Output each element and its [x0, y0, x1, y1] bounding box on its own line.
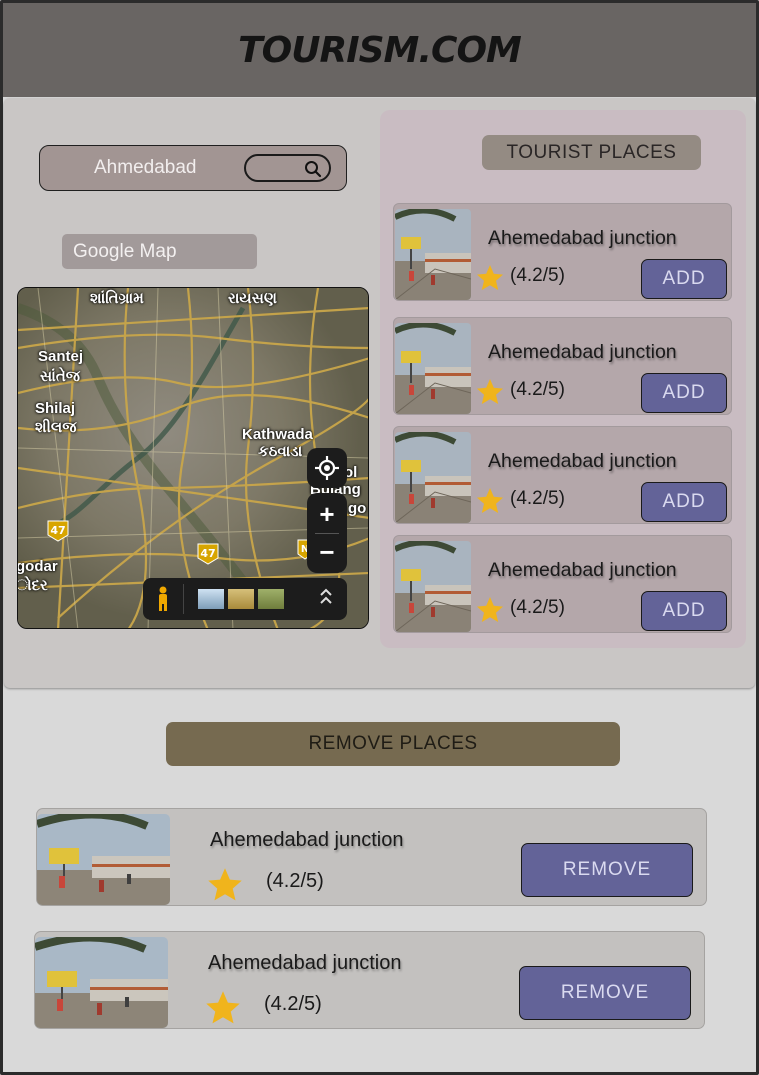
map-place-label: શીલજ	[35, 419, 77, 436]
pegman-icon[interactable]	[154, 586, 172, 612]
place-rating: (4.2/5)	[264, 993, 322, 1015]
my-location-button[interactable]	[307, 448, 347, 488]
map-place-label: ોદર	[17, 577, 48, 594]
tourist-place-card: Ahemedabad junction (4.2/5) ADD	[393, 317, 732, 415]
search-bar[interactable]: Ahmedabad	[39, 145, 347, 191]
station-photo	[395, 541, 471, 632]
map-place-label: સાંતેજ	[40, 368, 80, 385]
place-photo	[35, 937, 168, 1028]
map-place-label: Shilaj	[35, 400, 76, 417]
station-photo	[395, 432, 471, 523]
station-photo	[395, 323, 471, 414]
place-photo	[395, 209, 471, 300]
remove-button[interactable]: REMOVE	[519, 966, 691, 1020]
map-place-label: Santej	[38, 348, 84, 365]
layer-thumbnail-satellite[interactable]	[228, 589, 254, 609]
remove-button[interactable]: REMOVE	[521, 843, 693, 897]
highway-badge: 47	[200, 547, 215, 560]
layer-thumbnail-map[interactable]	[258, 589, 284, 609]
zoom-in-button[interactable]: +	[307, 496, 347, 532]
station-photo	[35, 937, 168, 1028]
search-button[interactable]	[244, 154, 331, 182]
map-place-label: Kathwada	[242, 426, 313, 443]
zoom-out-button[interactable]: −	[307, 535, 347, 571]
star-icon	[477, 379, 503, 404]
removed-place-card: Ahemedabad junction (4.2/5) REMOVE	[36, 808, 707, 906]
search-icon	[305, 161, 322, 178]
star-icon	[477, 265, 503, 290]
map-place-label: godar	[17, 558, 58, 575]
star-icon	[208, 868, 242, 901]
place-rating: (4.2/5)	[510, 379, 565, 400]
brand-title[interactable]: TOURISM.COM	[238, 30, 522, 71]
place-photo	[37, 814, 170, 905]
removed-place-card: Ahemedabad junction (4.2/5) REMOVE	[34, 931, 705, 1029]
map-place-label: શાંતિગ્રામ	[90, 290, 144, 307]
highway-badge: 47	[50, 524, 65, 537]
place-rating: (4.2/5)	[510, 597, 565, 618]
zoom-divider	[315, 533, 339, 534]
map-layer-bar	[143, 578, 347, 620]
tourist-place-card: Ahemedabad junction (4.2/5) ADD	[393, 535, 732, 633]
search-input[interactable]: Ahmedabad	[94, 157, 196, 179]
place-name: Ahemedabad junction	[488, 559, 677, 581]
google-map-title: Google Map	[73, 241, 177, 262]
place-name: Ahemedabad junction	[488, 341, 677, 363]
place-photo	[395, 323, 471, 414]
station-photo	[37, 814, 170, 905]
place-photo	[395, 541, 471, 632]
map-view[interactable]: 47 47 N શાંતિગ્રામ રાયસણ Santej સાંતેજ S…	[17, 287, 369, 629]
station-photo	[395, 209, 471, 300]
map-place-label: go	[348, 500, 367, 517]
tourist-place-card: Ahemedabad junction (4.2/5) ADD	[393, 426, 732, 524]
map-place-label: કઠવાડા	[258, 443, 303, 460]
layer-divider	[183, 584, 184, 614]
add-button[interactable]: ADD	[641, 373, 727, 413]
add-button[interactable]: ADD	[641, 482, 727, 522]
place-name: Ahemedabad junction	[488, 227, 677, 249]
place-rating: (4.2/5)	[510, 265, 565, 286]
star-icon	[477, 488, 503, 513]
crosshair-icon	[315, 456, 339, 480]
tourist-place-card: Ahemedabad junction (4.2/5) ADD	[393, 203, 732, 301]
star-icon	[477, 597, 503, 622]
place-rating: (4.2/5)	[510, 488, 565, 509]
expand-layers-button[interactable]	[319, 587, 333, 611]
place-name: Ahemedabad junction	[210, 829, 404, 851]
add-button[interactable]: ADD	[641, 259, 727, 299]
google-map-label: Google Map	[62, 234, 257, 269]
place-name: Ahemedabad junction	[208, 952, 402, 974]
layer-thumbnail-terrain[interactable]	[198, 589, 224, 609]
star-icon	[206, 991, 240, 1024]
zoom-controls: + −	[307, 493, 347, 573]
map-place-label: રાયસણ	[228, 290, 277, 307]
tourist-places-heading: TOURIST PLACES	[482, 135, 701, 170]
chevron-up-icon	[320, 588, 332, 604]
place-name: Ahemedabad junction	[488, 450, 677, 472]
remove-places-heading: REMOVE PLACES	[166, 722, 620, 766]
header: TOURISM.COM	[3, 3, 756, 97]
place-photo	[395, 432, 471, 523]
add-button[interactable]: ADD	[641, 591, 727, 631]
place-rating: (4.2/5)	[266, 870, 324, 892]
